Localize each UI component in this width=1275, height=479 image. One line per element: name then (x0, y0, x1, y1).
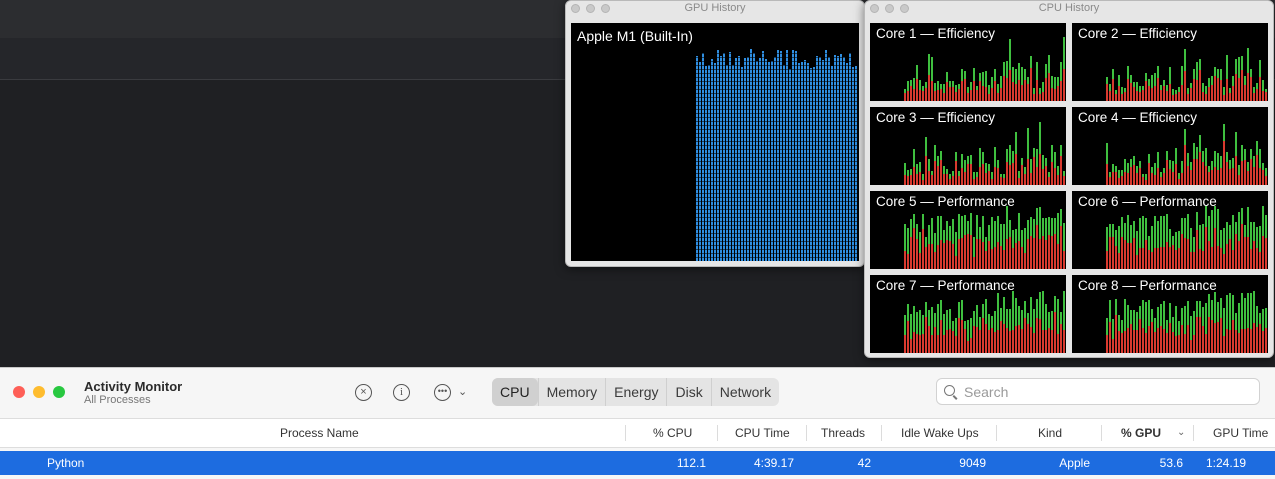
core-6-label: Core 6 — Performance (1078, 194, 1217, 209)
tab-energy[interactable]: Energy (605, 378, 666, 406)
tab-disk[interactable]: Disk (666, 378, 710, 406)
column-divider[interactable] (1101, 425, 1102, 441)
column-cpu-percent[interactable]: % CPU (653, 419, 692, 447)
column-kind[interactable]: Kind (1038, 419, 1062, 447)
table-row[interactable]: Python 112.1 4:39.17 42 9049 Apple 53.6 … (0, 451, 1275, 475)
column-process-name[interactable]: Process Name (280, 419, 359, 447)
tab-network[interactable]: Network (710, 378, 779, 406)
core-4-label: Core 4 — Efficiency (1078, 110, 1198, 125)
idle-wake-ups-cell: 9049 (959, 456, 986, 470)
gpu-percent-cell: 53.6 (1159, 456, 1183, 470)
stop-process-icon[interactable]: × (355, 384, 372, 401)
view-tabs: CPU Memory Energy Disk Network (492, 378, 780, 406)
core-8-graph: Core 8 — Performance (1072, 275, 1268, 353)
gpu-history-title: GPU History (684, 2, 746, 14)
info-icon[interactable]: i (393, 384, 410, 401)
cpu-history-window: CPU History Core 1 — Efficiency Core 2 — … (864, 0, 1274, 358)
column-divider[interactable] (806, 425, 807, 441)
column-threads[interactable]: Threads (821, 419, 865, 447)
search-input[interactable] (962, 383, 1256, 401)
column-gpu-time[interactable]: GPU Time (1213, 419, 1268, 447)
search-field[interactable] (936, 378, 1260, 405)
app-subtitle: All Processes (84, 394, 151, 406)
core-7-graph: Core 7 — Performance (870, 275, 1066, 353)
column-divider[interactable] (881, 425, 882, 441)
core-5-label: Core 5 — Performance (876, 194, 1015, 209)
cpu-time-cell: 4:39.17 (753, 456, 794, 470)
core-2-label: Core 2 — Efficiency (1078, 26, 1198, 41)
core-6-graph: Core 6 — Performance (1072, 191, 1268, 269)
tab-cpu[interactable]: CPU (492, 378, 538, 406)
cpu-history-title: CPU History (1038, 2, 1100, 14)
chevron-down-icon[interactable]: ⌄ (458, 385, 467, 398)
core-3-graph: Core 3 — Efficiency (870, 107, 1066, 185)
core-8-label: Core 8 — Performance (1078, 278, 1217, 293)
activity-monitor-window: Activity Monitor All Processes × i ••• ⌄… (0, 367, 1275, 479)
minimize-button[interactable] (33, 386, 45, 398)
core-3-label: Core 3 — Efficiency (876, 110, 996, 125)
column-divider[interactable] (625, 425, 626, 441)
column-divider[interactable] (996, 425, 997, 441)
threads-cell: 42 (857, 456, 871, 470)
sort-descending-icon: ⌄ (1177, 427, 1186, 438)
column-gpu-percent[interactable]: % GPU (1121, 419, 1161, 447)
core-1-graph: Core 1 — Efficiency (870, 23, 1066, 101)
search-icon (944, 385, 955, 396)
table-header: Process Name % CPU CPU Time Threads Idle… (0, 418, 1275, 448)
more-actions-icon[interactable]: ••• (434, 384, 451, 401)
core-4-graph: Core 4 — Efficiency (1072, 107, 1268, 185)
gpu-history-window: GPU History Apple M1 (Built-In) (565, 0, 865, 267)
core-1-label: Core 1 — Efficiency (876, 26, 996, 41)
gpu-label: Apple M1 (Built-In) (577, 28, 693, 44)
column-divider[interactable] (717, 425, 718, 441)
process-name-cell: Python (47, 456, 85, 470)
kind-cell: Apple (1059, 456, 1090, 470)
core-2-graph: Core 2 — Efficiency (1072, 23, 1268, 101)
cpu-percent-cell: 112.1 (676, 456, 706, 470)
column-idle-wake-ups[interactable]: Idle Wake Ups (901, 419, 979, 447)
core-7-label: Core 7 — Performance (876, 278, 1015, 293)
gpu-graph: Apple M1 (Built-In) (571, 23, 859, 261)
core-5-graph: Core 5 — Performance (870, 191, 1066, 269)
gpu-time-cell: 1:24.19 (1206, 456, 1247, 470)
tab-memory[interactable]: Memory (537, 378, 606, 406)
column-cpu-time[interactable]: CPU Time (735, 419, 790, 447)
column-divider[interactable] (1193, 425, 1194, 441)
gpu-usage-bars (695, 49, 859, 261)
close-button[interactable] (13, 386, 25, 398)
app-title: Activity Monitor (84, 379, 183, 394)
zoom-button[interactable] (53, 386, 65, 398)
